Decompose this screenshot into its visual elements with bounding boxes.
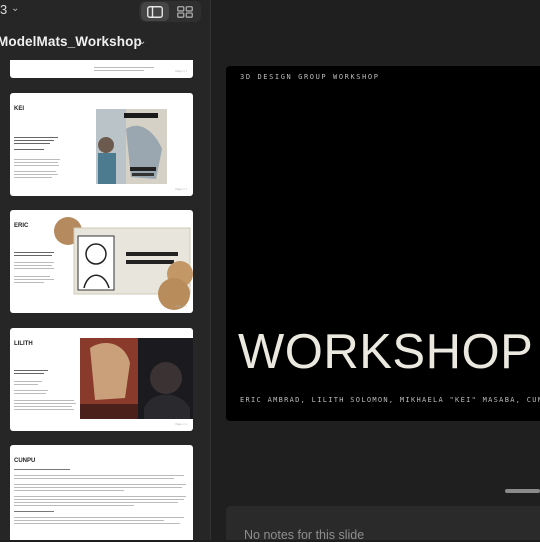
slide-authors[interactable]: ERIC AMBRAD, LILITH SOLOMON, MIKHAELA "K… [240,396,540,404]
slide-subtitle[interactable]: 3D DESIGN GROUP WORKSHOP [240,73,380,81]
poster-image [96,109,167,184]
thumbnail-title: KEI [14,106,25,112]
slide-view-button[interactable] [141,2,169,21]
horizontal-scrollbar[interactable] [505,489,540,493]
deck-title[interactable]: ModelMats_Workshop [0,34,142,49]
slide-canvas[interactable]: 3D DESIGN GROUP WORKSHOP WORKSHOP ERIC A… [226,66,540,421]
slide-thumbnail[interactable]: CUNPU [10,445,193,540]
thumbnail-title: ERIC [14,223,29,229]
sidebar-toolbar: 3 ⌄ [0,0,210,24]
collage-image [80,338,193,419]
speaker-notes-panel[interactable]: No notes for this slide [226,506,540,542]
thumbnail-title: LILITH [14,341,33,347]
slide-thumbnail[interactable]: LILITH Page x / x [10,328,193,431]
slide-thumbnail[interactable]: KEI Page x / x [10,93,193,196]
view-toggle [139,1,201,22]
slide-title[interactable]: WORKSHOP [238,328,533,377]
app-menu-button[interactable]: 3 [0,2,7,17]
thumbnail-page-number: Page x / x [175,423,187,426]
grid-icon [177,5,193,18]
banknote-image [54,217,193,310]
chevron-down-icon[interactable]: ⌄ [138,36,146,47]
slide-sidebar: 3 ⌄ ModelMats_Workshop ⌄ Page x / x KEI … [0,0,211,540]
thumbnail-page-number: Page x / x [175,70,187,73]
thumbnail-page-number: Page x / x [175,305,187,308]
slide-thumbnail[interactable]: ERIC Page x / x [10,210,193,313]
chevron-down-icon[interactable]: ⌄ [11,3,19,14]
thumbnail-page-number: Page x / x [175,188,187,191]
grid-view-button[interactable] [171,2,199,21]
slide-thumbnail[interactable]: Page x / x [10,60,193,78]
sidebar-layout-icon [147,5,163,18]
thumbnail-title: CUNPU [14,458,36,464]
